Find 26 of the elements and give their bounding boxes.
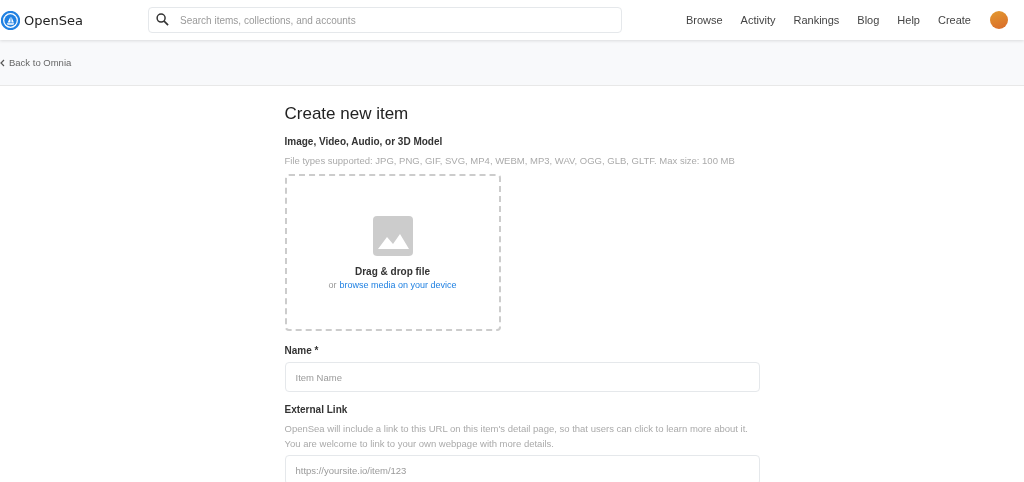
text-field[interactable]: https://yoursite.io/item/123 xyxy=(284,455,760,482)
brand-name[interactable]: OpenSea xyxy=(24,12,83,28)
field-label: Image, Video, Audio, or 3D Model xyxy=(284,136,443,147)
search-field[interactable]: Search items, collections, and accounts xyxy=(148,7,622,33)
logo-icon[interactable] xyxy=(1,10,20,30)
back-link[interactable]: Back to Omnia xyxy=(0,57,72,68)
avatar[interactable] xyxy=(990,11,1008,29)
field-description: OpenSea will include a link to this URL on this item's detail page, so that users can click to learn more about it. You are welcome to link to your own webpage with more details. xyxy=(284,422,748,451)
drop-prefix: or xyxy=(328,279,337,290)
nav-link[interactable]: Rankings xyxy=(793,14,840,26)
drop-title: Drag & drop file xyxy=(355,265,430,277)
nav-link[interactable]: Blog xyxy=(857,14,880,26)
browse-link[interactable]: browse media on your device xyxy=(339,279,457,290)
hint-text: File types supported: JPG, PNG, GIF, SVG, MP4, WEBM, MP3, WAV, OGG, GLB, GLTF. Max size: 100 MB xyxy=(284,154,735,168)
nav-link[interactable]: Activity xyxy=(740,14,776,26)
page-title: Create new item xyxy=(284,104,409,124)
text-field[interactable]: Item Name xyxy=(284,362,760,392)
nav-link[interactable]: Create xyxy=(937,14,971,26)
chevron-left-icon xyxy=(0,58,5,67)
field-label: External Link xyxy=(284,404,348,415)
field-label: Name * xyxy=(284,345,319,356)
search-icon xyxy=(156,13,169,26)
nav-link[interactable]: Browse xyxy=(685,14,723,26)
drop-zone[interactable]: Drag & drop file or browse media on your device xyxy=(284,174,501,331)
image-icon xyxy=(372,215,413,256)
nav-link[interactable]: Help xyxy=(897,14,920,26)
